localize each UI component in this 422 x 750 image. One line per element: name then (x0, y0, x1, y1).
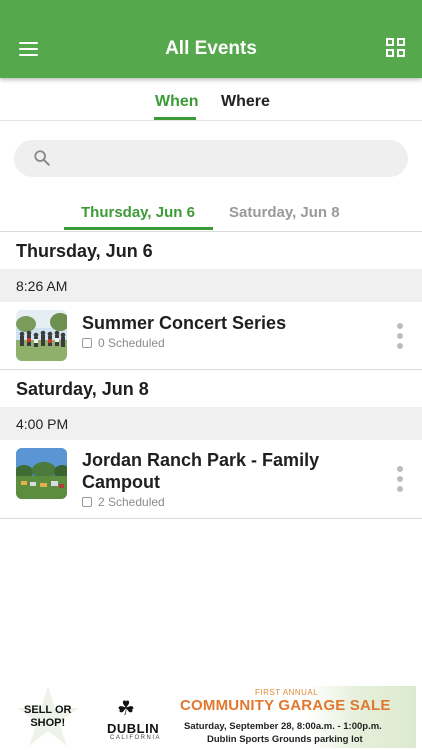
event-thumbnail (16, 448, 67, 499)
sell-line-1: SELL OR (24, 704, 72, 716)
search-icon (34, 150, 50, 166)
date-tab-saturday[interactable]: Saturday, Jun 8 (229, 204, 340, 221)
event-scheduled: 0 Scheduled (82, 336, 165, 350)
event-scheduled: 2 Scheduled (82, 495, 165, 509)
shamrock-icon: ☘ (117, 698, 135, 720)
event-name: Summer Concert Series (82, 313, 287, 333)
day-heading: Thursday, Jun 6 (16, 241, 153, 261)
more-options-icon[interactable] (395, 466, 405, 492)
day-heading: Saturday, Jun 8 (16, 379, 149, 399)
first-annual-text: FIRST ANNUAL (255, 688, 319, 697)
grid-view-icon[interactable] (386, 38, 408, 60)
california-text: CALIFORNIA (110, 735, 162, 741)
tab-indicator (154, 117, 196, 120)
tab-when[interactable]: When (155, 93, 199, 111)
scheduled-count: 2 Scheduled (98, 495, 165, 509)
dublin-logo-text: DUBLIN (107, 721, 160, 736)
sell-or-shop-text: SELL OR SHOP! (24, 704, 71, 730)
time-bar: 8:26 AM (0, 269, 422, 302)
sell-line-2: SHOP! (30, 717, 66, 729)
garage-sale-headline: COMMUNITY GARAGE SALE (180, 697, 391, 714)
date-tab-indicator (64, 227, 213, 230)
event-row[interactable]: Jordan Ranch Park - Family Campout 2 Sch… (0, 440, 422, 519)
garage-sale-date: Saturday, September 28, 8:00a.m. - 1:00p… (184, 721, 382, 732)
calendar-icon (82, 338, 92, 348)
ad-banner[interactable]: SELL OR SHOP! ☘ DUBLIN CALIFORNIA FIRST … (0, 684, 422, 750)
calendar-icon (82, 497, 92, 507)
view-tabs: When Where (0, 78, 422, 121)
event-row[interactable]: Summer Concert Series 0 Scheduled (0, 302, 422, 370)
search-input[interactable] (62, 144, 392, 173)
event-thumbnail (16, 310, 67, 361)
event-name: Jordan Ranch Park - Family Campout (82, 450, 320, 492)
garage-sale-location: Dublin Sports Grounds parking lot (207, 734, 363, 745)
event-time: 4:00 PM (16, 416, 69, 432)
date-tab-thursday[interactable]: Thursday, Jun 6 (81, 204, 195, 221)
page-title: All Events (165, 38, 257, 59)
search-bar[interactable] (14, 140, 408, 177)
tab-where[interactable]: Where (221, 93, 270, 111)
more-options-icon[interactable] (395, 323, 405, 349)
app-bar: All Events (0, 0, 422, 78)
time-bar: 4:00 PM (0, 407, 422, 440)
scheduled-count: 0 Scheduled (98, 336, 165, 350)
event-time: 8:26 AM (16, 278, 68, 294)
date-tabs: Thursday, Jun 6 Saturday, Jun 8 (0, 196, 422, 232)
